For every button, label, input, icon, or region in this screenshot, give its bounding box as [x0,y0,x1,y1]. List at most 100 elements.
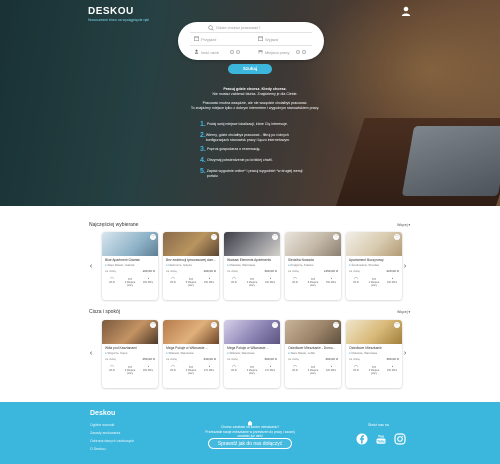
footer-link-cancellation[interactable]: Zasady anulowania [90,431,120,435]
calendar-icon [194,36,199,41]
price-period: za dobę [349,357,361,361]
price-period: za dobę [227,269,239,273]
favorite-heart-icon[interactable]: ♡ [211,322,217,328]
listing-features: ◠ Wi-Fi ▭ 4 Miejsca pracy ◔ 170 Mb/s [224,361,280,375]
listing-photo[interactable]: ♡ [285,320,341,344]
workstations-plus-button[interactable] [302,50,306,54]
listing-photo[interactable]: ♡ [163,232,219,256]
steps-list: 1. Podaj swój miejsce lokalizacji, które … [200,121,310,182]
price-period: za dobę [166,269,178,273]
listing-feature: ◔ 150 Mb/s [323,276,340,287]
intro-line-2: Nie musisz zabierać biurka. Znajdziemy j… [212,92,298,96]
step-item: 1. Podaj swój miejsce lokalizacji, które … [200,121,288,128]
listing-photo[interactable]: ♡ [285,232,341,256]
listing-features: ◠ Wi-Fi ▭ 2 Miejsca pracy ◔ 100 Mb/s [346,273,402,287]
listing-photo[interactable]: ♡ [163,320,219,344]
listing-photo[interactable]: ♡ [346,320,402,344]
instagram-icon[interactable] [394,433,406,445]
youtube-icon[interactable]: You Tube [375,433,387,445]
listing-photo[interactable]: ♡ [346,232,402,256]
listing-feature: ▭ 4 Miejsca pracy [244,276,261,287]
listing-card[interactable]: ♡ Bez ewidencji tymczasowej dom... ● Nad… [163,232,219,300]
section-title-quiet: Cisza i spokój [89,309,120,315]
carousel-prev-icon[interactable]: ‹ [87,350,95,358]
footer-host-title: Chcesz zarabiać na swoim mieszkaniu? [220,425,280,429]
carousel-prev-icon[interactable]: ‹ [87,263,95,271]
listing-feature: ◠ Wi-Fi [226,364,243,375]
listing-card[interactable]: ♡ Osiedlowe Mieszkanie ● Mokotów, Warsza… [346,320,402,388]
people-field[interactable]: Ilość osób [201,50,219,55]
people-minus-button[interactable] [230,50,234,54]
svg-text:You: You [378,435,384,439]
listing-feature: ◠ Wi-Fi [287,276,304,287]
search-button[interactable]: Szukaj [228,64,272,74]
listing-features: ◠ Wi-Fi ▭ 3 Miejsca pracy ◔ 150 Mb/s [102,361,158,375]
favorite-heart-icon[interactable]: ♡ [394,322,400,328]
listing-feature: ◔ 120 Mb/s [323,364,340,375]
price-period: za dobę [227,357,239,361]
listing-title[interactable]: Bez ewidencji tymczasowej dom... [163,256,219,262]
search-icon [208,25,214,31]
join-button[interactable]: Sprawdź jak do nas dołączyć [208,438,292,449]
carousel-next-icon[interactable]: › [401,263,409,271]
listing-price: 250,00 zł [142,357,155,361]
step-item: 4. Otrzymaj potwierdzenie po krótkiej chw… [200,157,273,165]
listing-feature: ▭ 4 Miejsca pracy [183,364,200,375]
favorite-heart-icon[interactable]: ♡ [150,322,156,328]
listing-card[interactable]: ♡ Willa pod Kasztanami ● Wzgórze, Sopot … [102,320,158,388]
check-out-field[interactable]: Wyjazd [265,37,278,42]
listing-card[interactable]: ♡ Osiedlowe Mieszkanie - Domo... ● Stare… [285,320,341,388]
listing-feature: ◔ 150 Mb/s [140,276,157,287]
favorite-heart-icon[interactable]: ♡ [333,234,339,240]
listing-card[interactable]: ♡ Warsaw Elements Apartments ● Mokotów, … [224,232,280,300]
listing-price: 300,00 zł [325,357,338,361]
listing-card[interactable]: ♡ Siedziba Nowada ● Podgórze, Kraków za … [285,232,341,300]
listing-price: 1150,00 zł [323,269,338,273]
listing-title[interactable]: Osiedlowe Mieszkanie - Domo... [285,344,341,350]
favorite-heart-icon[interactable]: ♡ [211,234,217,240]
listing-photo[interactable]: ♡ [224,232,280,256]
favorite-heart-icon[interactable]: ♡ [150,234,156,240]
footer-link-terms[interactable]: Ogólne warunki [90,423,114,427]
workstations-field[interactable]: Miejsca pracy [265,50,289,55]
price-period: za dobę [105,269,117,273]
price-period: za dobę [288,357,300,361]
footer-link-about[interactable]: O Deskou [90,447,106,451]
listing-features: ◠ Wi-Fi ▭ 3 Miejsca pracy ◔ 150 Mb/s [346,361,402,375]
workstations-minus-button[interactable] [296,50,300,54]
listing-feature: ◠ Wi-Fi [348,276,365,287]
facebook-icon[interactable] [356,433,368,445]
footer-link-privacy[interactable]: Ochrona danych osobowych [90,439,134,443]
listing-feature: ▭ 3 Miejsca pracy [122,364,139,375]
people-plus-button[interactable] [236,50,240,54]
listing-feature: ◠ Wi-Fi [104,276,121,287]
carousel-next-icon[interactable]: › [401,350,409,358]
favorite-heart-icon[interactable]: ♡ [394,234,400,240]
listing-card[interactable]: ♡ Mega Pokoje w Wilanowie ... ● Wilanów,… [224,320,280,388]
logo[interactable]: DESKOU Nowoczesne biuro na wyciągnięcie … [88,6,149,22]
favorite-heart-icon[interactable]: ♡ [272,234,278,240]
more-quiet-link[interactable]: Więcej ▾ [397,310,410,314]
listing-price: 300,00 zł [264,357,277,361]
listing-card[interactable]: ♡ Blue Apartment Gdańsk ● Stare Miasto, … [102,232,158,300]
price-period: za dobę [166,357,178,361]
listing-photo[interactable]: ♡ [224,320,280,344]
check-in-field[interactable]: Przyjazd [201,37,216,42]
listing-photo[interactable]: ♡ [102,232,158,256]
favorite-heart-icon[interactable]: ♡ [333,322,339,328]
user-icon[interactable] [400,5,412,17]
follow-label: Śledź nas na [368,423,389,427]
listing-feature: ◔ 100 Mb/s [262,276,279,287]
price-period: za dobę [288,269,300,273]
listing-card[interactable]: ♡ Mega Pokoje w Wilanowie ... ● Wilanów,… [163,320,219,388]
more-popular-link[interactable]: Więcej ▾ [397,223,410,227]
listing-feature: ▭ 4 Miejsca pracy [122,276,139,287]
calendar-icon [258,36,263,41]
search-panel: Gdzie chcesz pracować? Przyjazd Wyjazd I… [178,22,324,60]
listing-feature: ▭ 4 Miejsca pracy [244,364,261,375]
search-input[interactable]: Gdzie chcesz pracować? [216,25,260,30]
people-icon [194,49,199,54]
listing-card[interactable]: ♡ Apartament Buczynowy ● Śródmieście, Wr… [346,232,402,300]
favorite-heart-icon[interactable]: ♡ [272,322,278,328]
listing-photo[interactable]: ♡ [102,320,158,344]
